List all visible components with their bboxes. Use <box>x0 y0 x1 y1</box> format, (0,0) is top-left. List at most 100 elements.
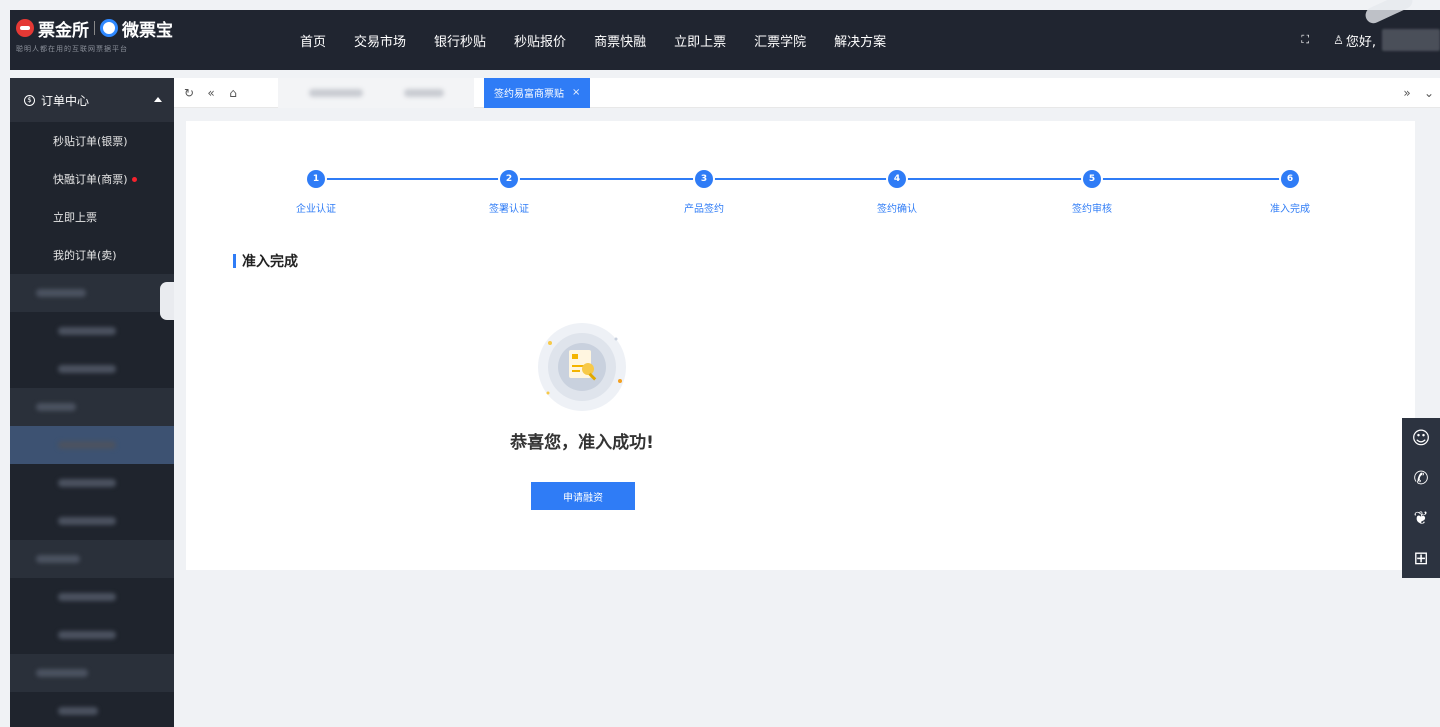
redacted-label <box>36 289 86 297</box>
redacted-label <box>308 88 363 97</box>
sidebar-item-redacted[interactable] <box>10 350 174 388</box>
sparkle-dot <box>614 337 618 341</box>
tabs-bar: ↻ « ⌂ 签约易富商票贴 × » ⌄ <box>174 77 1440 108</box>
redacted-label <box>36 555 80 563</box>
home-icon[interactable]: ⌂ <box>222 86 244 100</box>
user-menu[interactable]: ♙ 您好, <box>1333 29 1440 51</box>
nav-commercial-finance[interactable]: 商票快融 <box>594 31 646 50</box>
step-3: 3 产品签约 <box>664 170 744 215</box>
step-number: 5 <box>1083 170 1101 188</box>
sidebar-section-label: 订单中心 <box>41 93 90 108</box>
redacted-label <box>58 631 116 639</box>
sidebar-item-discount-orders[interactable]: 秒贴订单(银票) <box>10 122 174 160</box>
sidebar-item-my-orders[interactable]: 我的订单(卖) <box>10 236 174 274</box>
order-center-icon: $ <box>24 94 35 106</box>
step-5: 5 签约审核 <box>1052 170 1132 215</box>
redacted-label <box>58 517 116 525</box>
sidebar-item-upload-bill[interactable]: 立即上票 <box>10 198 174 236</box>
sidebar-section-redacted[interactable] <box>10 654 174 692</box>
nav-solutions[interactable]: 解决方案 <box>834 31 886 50</box>
step-label: 签署认证 <box>489 204 529 215</box>
double-chevron-left-icon[interactable]: « <box>200 86 222 100</box>
wechat-icon[interactable]: ❦ <box>1402 508 1440 529</box>
sidebar-section-redacted[interactable] <box>10 540 174 578</box>
calculator-icon[interactable]: ⊞ <box>1402 548 1440 569</box>
redacted-label <box>58 327 116 335</box>
tab-redacted[interactable] <box>278 77 474 108</box>
sidebar-item-redacted[interactable] <box>10 502 174 540</box>
redacted-label <box>58 441 116 449</box>
certificate-line <box>572 365 584 367</box>
tabs-controls: » ⌄ <box>1396 78 1440 108</box>
success-illustration <box>538 323 626 411</box>
step-number: 1 <box>307 170 325 188</box>
nav-discount-quote[interactable]: 秒贴报价 <box>514 31 566 50</box>
expand-icon[interactable]: ⛶ <box>1301 33 1309 47</box>
section-title-text: 准入完成 <box>242 254 298 270</box>
sidebar-item-redacted[interactable] <box>10 578 174 616</box>
redacted-label <box>58 365 116 373</box>
nav-market[interactable]: 交易市场 <box>354 31 406 50</box>
step-label: 签约确认 <box>877 204 917 215</box>
customer-service-icon[interactable]: ☺ <box>1402 428 1440 449</box>
certificate-seal <box>572 354 578 359</box>
main-card: 1 企业认证 2 签署认证 3 产品签约 4 签约确认 5 签约审核 6 准入完… <box>186 121 1415 570</box>
brand-name: 票金所 <box>38 20 89 41</box>
redacted-label <box>403 88 444 97</box>
phone-icon[interactable]: ✆ <box>1402 468 1440 489</box>
sidebar-item-redacted[interactable] <box>10 464 174 502</box>
sidebar-section-order-center[interactable]: $ 订单中心 <box>10 78 174 122</box>
step-4: 4 签约确认 <box>857 170 937 215</box>
top-navbar: 票金所 微票宝 聪明人都在用的互联网票据平台 首页 交易市场 银行秒贴 秒贴报价… <box>10 10 1440 70</box>
redacted-label <box>58 707 98 715</box>
notification-dot <box>131 176 137 182</box>
brand-logo[interactable]: 票金所 微票宝 聪明人都在用的互联网票据平台 <box>16 16 196 64</box>
step-label: 准入完成 <box>1270 204 1310 215</box>
brand-tagline: 聪明人都在用的互联网票据平台 <box>16 45 128 53</box>
step-2: 2 签署认证 <box>469 170 549 215</box>
steps-progress-line <box>316 178 1290 180</box>
chevron-down-icon[interactable]: ⌄ <box>1418 86 1440 100</box>
sidebar-item-active-redacted[interactable] <box>10 426 174 464</box>
tab-active[interactable]: 签约易富商票贴 × <box>484 77 591 108</box>
nav-academy[interactable]: 汇票学院 <box>754 31 806 50</box>
username-redacted <box>1382 29 1440 51</box>
sidebar-section-redacted[interactable] <box>10 388 174 426</box>
weipiaobao-logo-icon <box>100 19 118 37</box>
sidebar-collapse-handle[interactable] <box>160 282 174 320</box>
step-6: 6 准入完成 <box>1250 170 1330 215</box>
title-accent-bar <box>233 254 236 268</box>
sparkle-dot <box>548 341 552 345</box>
floating-toolbar: ☺ ✆ ❦ ⊞ <box>1402 418 1440 578</box>
double-chevron-right-icon[interactable]: » <box>1396 86 1418 100</box>
nav-upload-bill[interactable]: 立即上票 <box>674 31 726 50</box>
sidebar-item-quick-finance-orders[interactable]: 快融订单(商票) <box>10 160 174 198</box>
redacted-label <box>36 403 76 411</box>
apply-financing-button[interactable]: 申请融资 <box>531 482 635 510</box>
main-nav: 首页 交易市场 银行秒贴 秒贴报价 商票快融 立即上票 汇票学院 解决方案 <box>300 10 914 70</box>
sidebar: $ 订单中心 秒贴订单(银票) 快融订单(商票) 立即上票 我的订单(卖) <box>10 78 174 727</box>
magnifier-icon <box>582 363 594 375</box>
sidebar-item-label: 立即上票 <box>53 211 97 224</box>
refresh-icon[interactable]: ↻ <box>178 86 200 100</box>
nav-bank-discount[interactable]: 银行秒贴 <box>434 31 486 50</box>
sparkle-dot <box>618 379 622 383</box>
sidebar-item-redacted[interactable] <box>10 312 174 350</box>
step-1: 1 企业认证 <box>276 170 356 215</box>
brand-partner: 微票宝 <box>122 20 173 41</box>
nav-home[interactable]: 首页 <box>300 31 326 50</box>
piaojinsuo-logo-icon <box>16 19 34 37</box>
sidebar-item-label: 快融订单(商票) <box>53 173 128 186</box>
redacted-label <box>58 479 116 487</box>
sidebar-item-redacted[interactable] <box>10 692 174 727</box>
close-icon[interactable]: × <box>572 87 580 98</box>
sidebar-section-redacted[interactable] <box>10 274 174 312</box>
step-label: 产品签约 <box>684 204 724 215</box>
step-number: 3 <box>695 170 713 188</box>
certificate-line <box>572 370 580 372</box>
tab-label: 签约易富商票贴 <box>494 89 564 100</box>
user-greeting: 您好, <box>1345 34 1376 50</box>
sidebar-item-redacted[interactable] <box>10 616 174 654</box>
user-icon: ♙ <box>1333 33 1344 47</box>
step-number: 4 <box>888 170 906 188</box>
